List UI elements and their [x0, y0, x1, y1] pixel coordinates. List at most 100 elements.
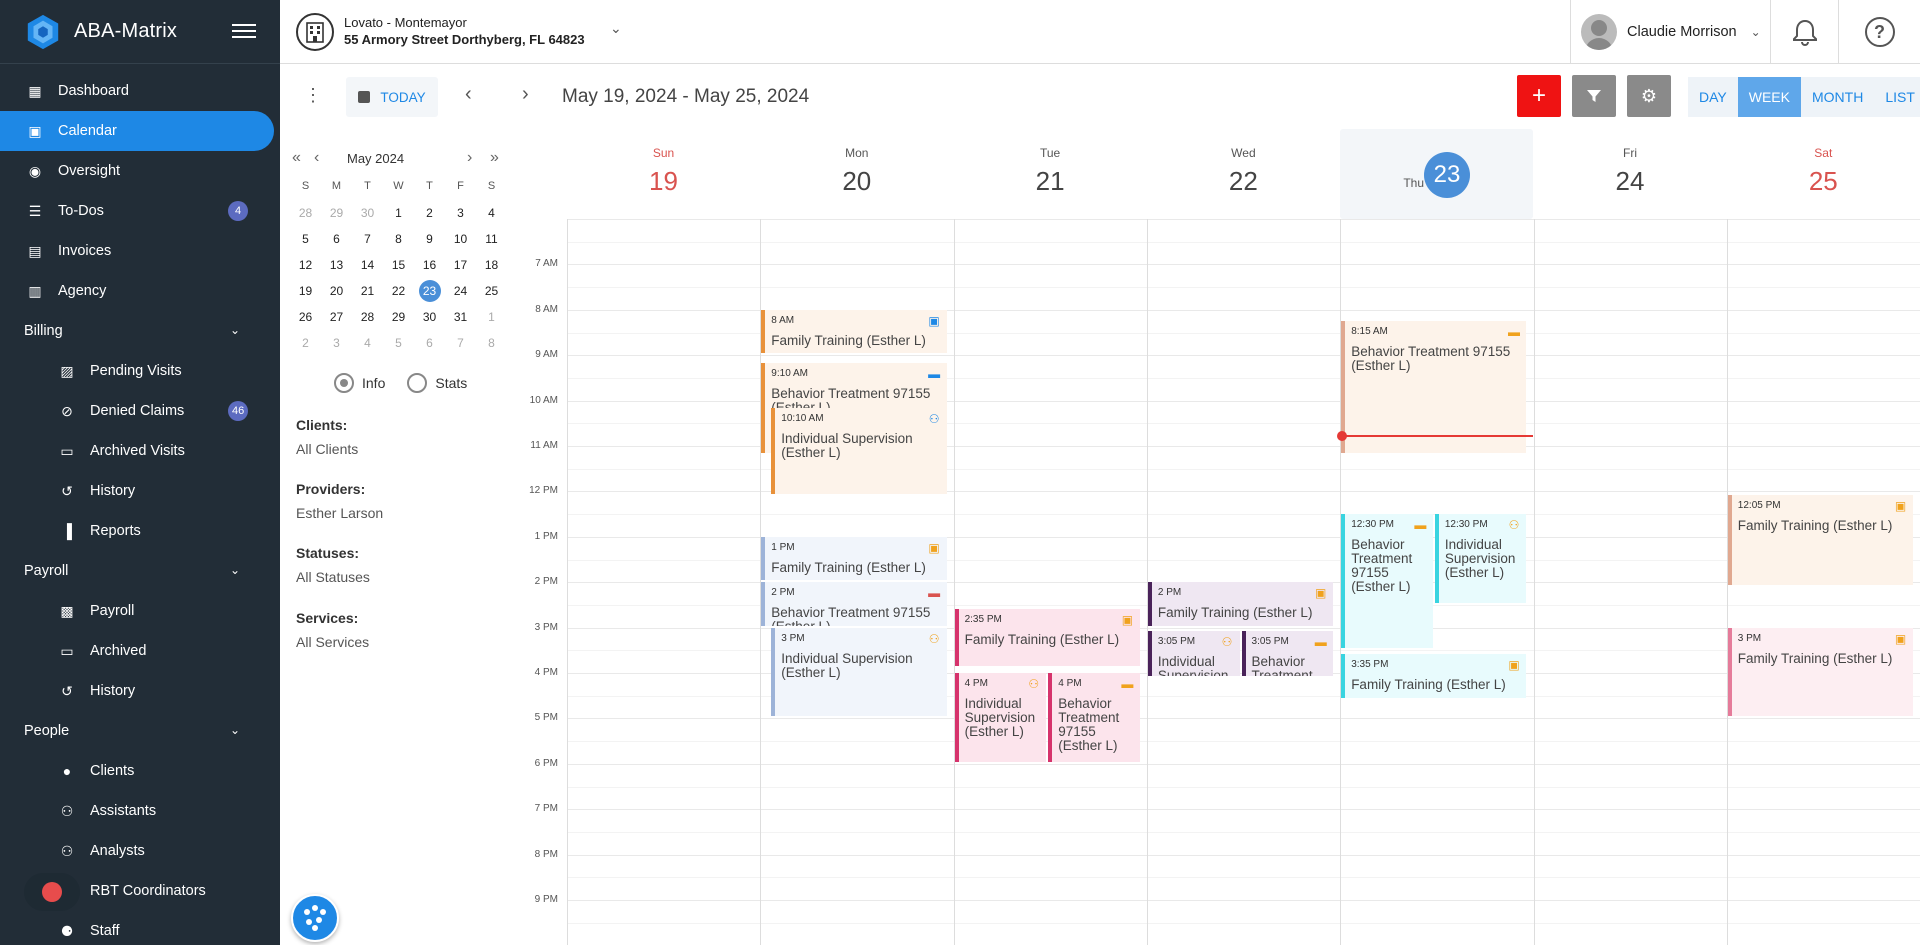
mini-calendar-day[interactable]: 21 — [352, 278, 383, 304]
mini-calendar-day[interactable]: 29 — [383, 304, 414, 330]
sidebar-item-history[interactable]: ↺ History — [0, 471, 280, 511]
nav-section-payroll[interactable]: Payroll ⌄ — [0, 551, 280, 591]
mini-calendar-day[interactable]: 2 — [414, 200, 445, 226]
mini-calendar-day[interactable]: 26 — [290, 304, 321, 330]
mini-calendar-day[interactable]: 14 — [352, 252, 383, 278]
calendar-event[interactable]: 8:15 AM Behavior Treatment 97155 (Esther … — [1341, 321, 1527, 454]
sidebar-item-invoices[interactable]: ▤ Invoices — [0, 231, 280, 271]
mini-calendar-day[interactable]: 27 — [321, 304, 352, 330]
statuses-filter-value[interactable]: All Statuses — [296, 569, 370, 585]
mini-calendar-day[interactable]: 4 — [476, 200, 507, 226]
view-week-button[interactable]: WEEK — [1737, 77, 1801, 117]
mini-calendar-day[interactable]: 2 — [290, 330, 321, 356]
nav-section-billing[interactable]: Billing ⌄ — [0, 311, 280, 351]
next-month-icon[interactable]: › — [467, 149, 472, 167]
calendar-event[interactable]: 3:05 PMIndividual Supervision (Esther L)… — [1147, 631, 1240, 676]
mini-calendar-day[interactable]: 23 — [414, 278, 445, 304]
day-header-tue[interactable]: Tue 21 — [954, 129, 1147, 219]
time-grid[interactable]: 7 AM 8 AM 9 AM 10 AM 11 AM 12 PM 1 PM 2 PM 3 PM 4… — [508, 219, 1920, 945]
sidebar-item-archived-visits[interactable]: ▭ Archived Visits — [0, 431, 280, 471]
location-address[interactable]: 55 Armory Street Dorthyberg, FL 64823 — [344, 32, 585, 47]
sidebar-item-oversight[interactable]: ◉ Oversight — [0, 151, 280, 191]
mini-calendar-day[interactable]: 6 — [321, 226, 352, 252]
mini-calendar-day[interactable]: 22 — [383, 278, 414, 304]
mini-calendar-day[interactable]: 8 — [383, 226, 414, 252]
sidebar-item-calendar[interactable]: ▣ Calendar — [0, 111, 274, 151]
mini-calendar-day[interactable]: 24 — [445, 278, 476, 304]
day-header-mon[interactable]: Mon 20 — [760, 129, 953, 219]
calendar-event[interactable]: 12:30 PM Behavior Treatment 97155 (Esther… — [1341, 514, 1433, 649]
mini-calendar-day[interactable]: 6 — [414, 330, 445, 356]
radio-stats[interactable] — [407, 373, 428, 393]
mini-calendar-day[interactable]: 25 — [476, 278, 507, 304]
sidebar-item-history[interactable]: ↺ History — [0, 671, 280, 711]
prev-month-icon[interactable]: ‹ — [314, 149, 319, 167]
next-year-icon[interactable]: » — [490, 149, 499, 167]
sidebar-item-pending-visits[interactable]: ▨ Pending Visits — [0, 351, 280, 391]
sidebar-item-to-dos[interactable]: ☰ To-Dos 4 — [0, 191, 280, 231]
brand-logo-icon[interactable] — [24, 13, 62, 51]
calendar-event[interactable]: 2 PM Family Training (Esther L) ▣ — [1147, 582, 1334, 626]
mini-calendar-day[interactable]: 17 — [445, 252, 476, 278]
settings-button[interactable]: ⚙ — [1627, 75, 1671, 117]
calendar-event[interactable]: 3 PM Family Training (Esther L) ▣ — [1727, 627, 1914, 717]
add-event-button[interactable]: + — [1517, 75, 1561, 117]
view-list-button[interactable]: LIST — [1874, 77, 1920, 117]
sidebar-item-staff[interactable]: ⚈ Staff — [0, 911, 280, 945]
mini-calendar-day[interactable]: 7 — [445, 330, 476, 356]
location-name[interactable]: Lovato - Montemayor — [344, 15, 467, 30]
sidebar-item-assistants[interactable]: ⚇ Assistants — [0, 791, 280, 831]
day-header-fri[interactable]: Fri 24 — [1534, 129, 1727, 219]
mini-calendar-day[interactable]: 3 — [445, 200, 476, 226]
quick-actions-fab[interactable] — [291, 894, 339, 942]
mini-calendar-day[interactable]: 1 — [383, 200, 414, 226]
sidebar-item-payroll[interactable]: ▩ Payroll — [0, 591, 280, 631]
mini-calendar-day[interactable]: 20 — [321, 278, 352, 304]
providers-filter-value[interactable]: Esther Larson — [296, 505, 383, 521]
services-filter-value[interactable]: All Services — [296, 634, 369, 650]
nav-section-people[interactable]: People ⌄ — [0, 711, 280, 751]
day-header-sat[interactable]: Sat 25 — [1727, 129, 1920, 219]
prev-year-icon[interactable]: « — [292, 149, 301, 167]
mini-calendar-day[interactable]: 30 — [352, 200, 383, 226]
mini-calendar-day[interactable]: 13 — [321, 252, 352, 278]
mini-calendar-day[interactable]: 9 — [414, 226, 445, 252]
sidebar-item-archived[interactable]: ▭ Archived — [0, 631, 280, 671]
radio-info[interactable] — [334, 373, 354, 393]
today-button[interactable]: TODAY — [346, 77, 438, 117]
mini-calendar-day[interactable]: 5 — [290, 226, 321, 252]
view-day-button[interactable]: DAY — [1688, 77, 1738, 117]
sidebar-item-clients[interactable]: ● Clients — [0, 751, 280, 791]
mini-calendar-day[interactable]: 4 — [352, 330, 383, 356]
calendar-event[interactable]: 12:05 PM Family Training (Esther L) ▣ — [1727, 495, 1914, 585]
mini-calendar-day[interactable]: 1 — [476, 304, 507, 330]
calendar-event[interactable]: 12:30 PM Individual Supervision (Esther L… — [1434, 514, 1527, 603]
mini-calendar-day[interactable]: 15 — [383, 252, 414, 278]
calendar-event[interactable]: 3:35 PM Family Training (Esther L) ▣ — [1341, 654, 1527, 699]
calendar-event[interactable]: 1 PM Family Training (Esther L) ▣ — [761, 536, 947, 581]
clients-filter-value[interactable]: All Clients — [296, 441, 358, 457]
sidebar-item-agency[interactable]: ▥ Agency — [0, 271, 280, 311]
mini-calendar-day[interactable]: 3 — [321, 330, 352, 356]
sidebar-item-analysts[interactable]: ⚇ Analysts — [0, 831, 280, 871]
mini-calendar-day[interactable]: 19 — [290, 278, 321, 304]
calendar-event[interactable]: 4 PM Behavior Treatment 97155 (Esther L) ▬ — [1048, 673, 1140, 762]
mini-calendar-day[interactable]: 31 — [445, 304, 476, 330]
day-header-thu[interactable]: Thu 23 — [1340, 129, 1534, 219]
day-header-wed[interactable]: Wed 22 — [1147, 129, 1340, 219]
calendar-event[interactable]: 2:35 PM Family Training (Esther L) ▣ — [954, 608, 1140, 667]
user-menu[interactable]: Claudie Morrison ⌄ — [1570, 0, 1770, 64]
mini-calendar-day[interactable]: 28 — [290, 200, 321, 226]
calendar-event[interactable]: 3:05 PMBehavior Treatment 97155 (Esther … — [1241, 631, 1334, 676]
filter-button[interactable] — [1572, 75, 1616, 117]
next-week-chevron-right-icon[interactable]: › — [522, 83, 529, 106]
mini-calendar-day[interactable]: 5 — [383, 330, 414, 356]
mini-calendar-day[interactable]: 28 — [352, 304, 383, 330]
sidebar-item-denied-claims[interactable]: ⊘ Denied Claims 46 — [0, 391, 280, 431]
mini-calendar-day[interactable]: 29 — [321, 200, 352, 226]
mini-calendar-day[interactable]: 16 — [414, 252, 445, 278]
calendar-event[interactable]: 4 PM Individual Supervision (Esther L) ⚇ — [954, 673, 1047, 762]
calendar-event[interactable]: 3 PM Individual Supervision (Esther L) ⚇ — [771, 627, 947, 717]
calendar-event[interactable]: 10:10 AM Individual Supervision (Esther L… — [771, 408, 947, 494]
sidebar-item-reports[interactable]: ▐ Reports — [0, 511, 280, 551]
